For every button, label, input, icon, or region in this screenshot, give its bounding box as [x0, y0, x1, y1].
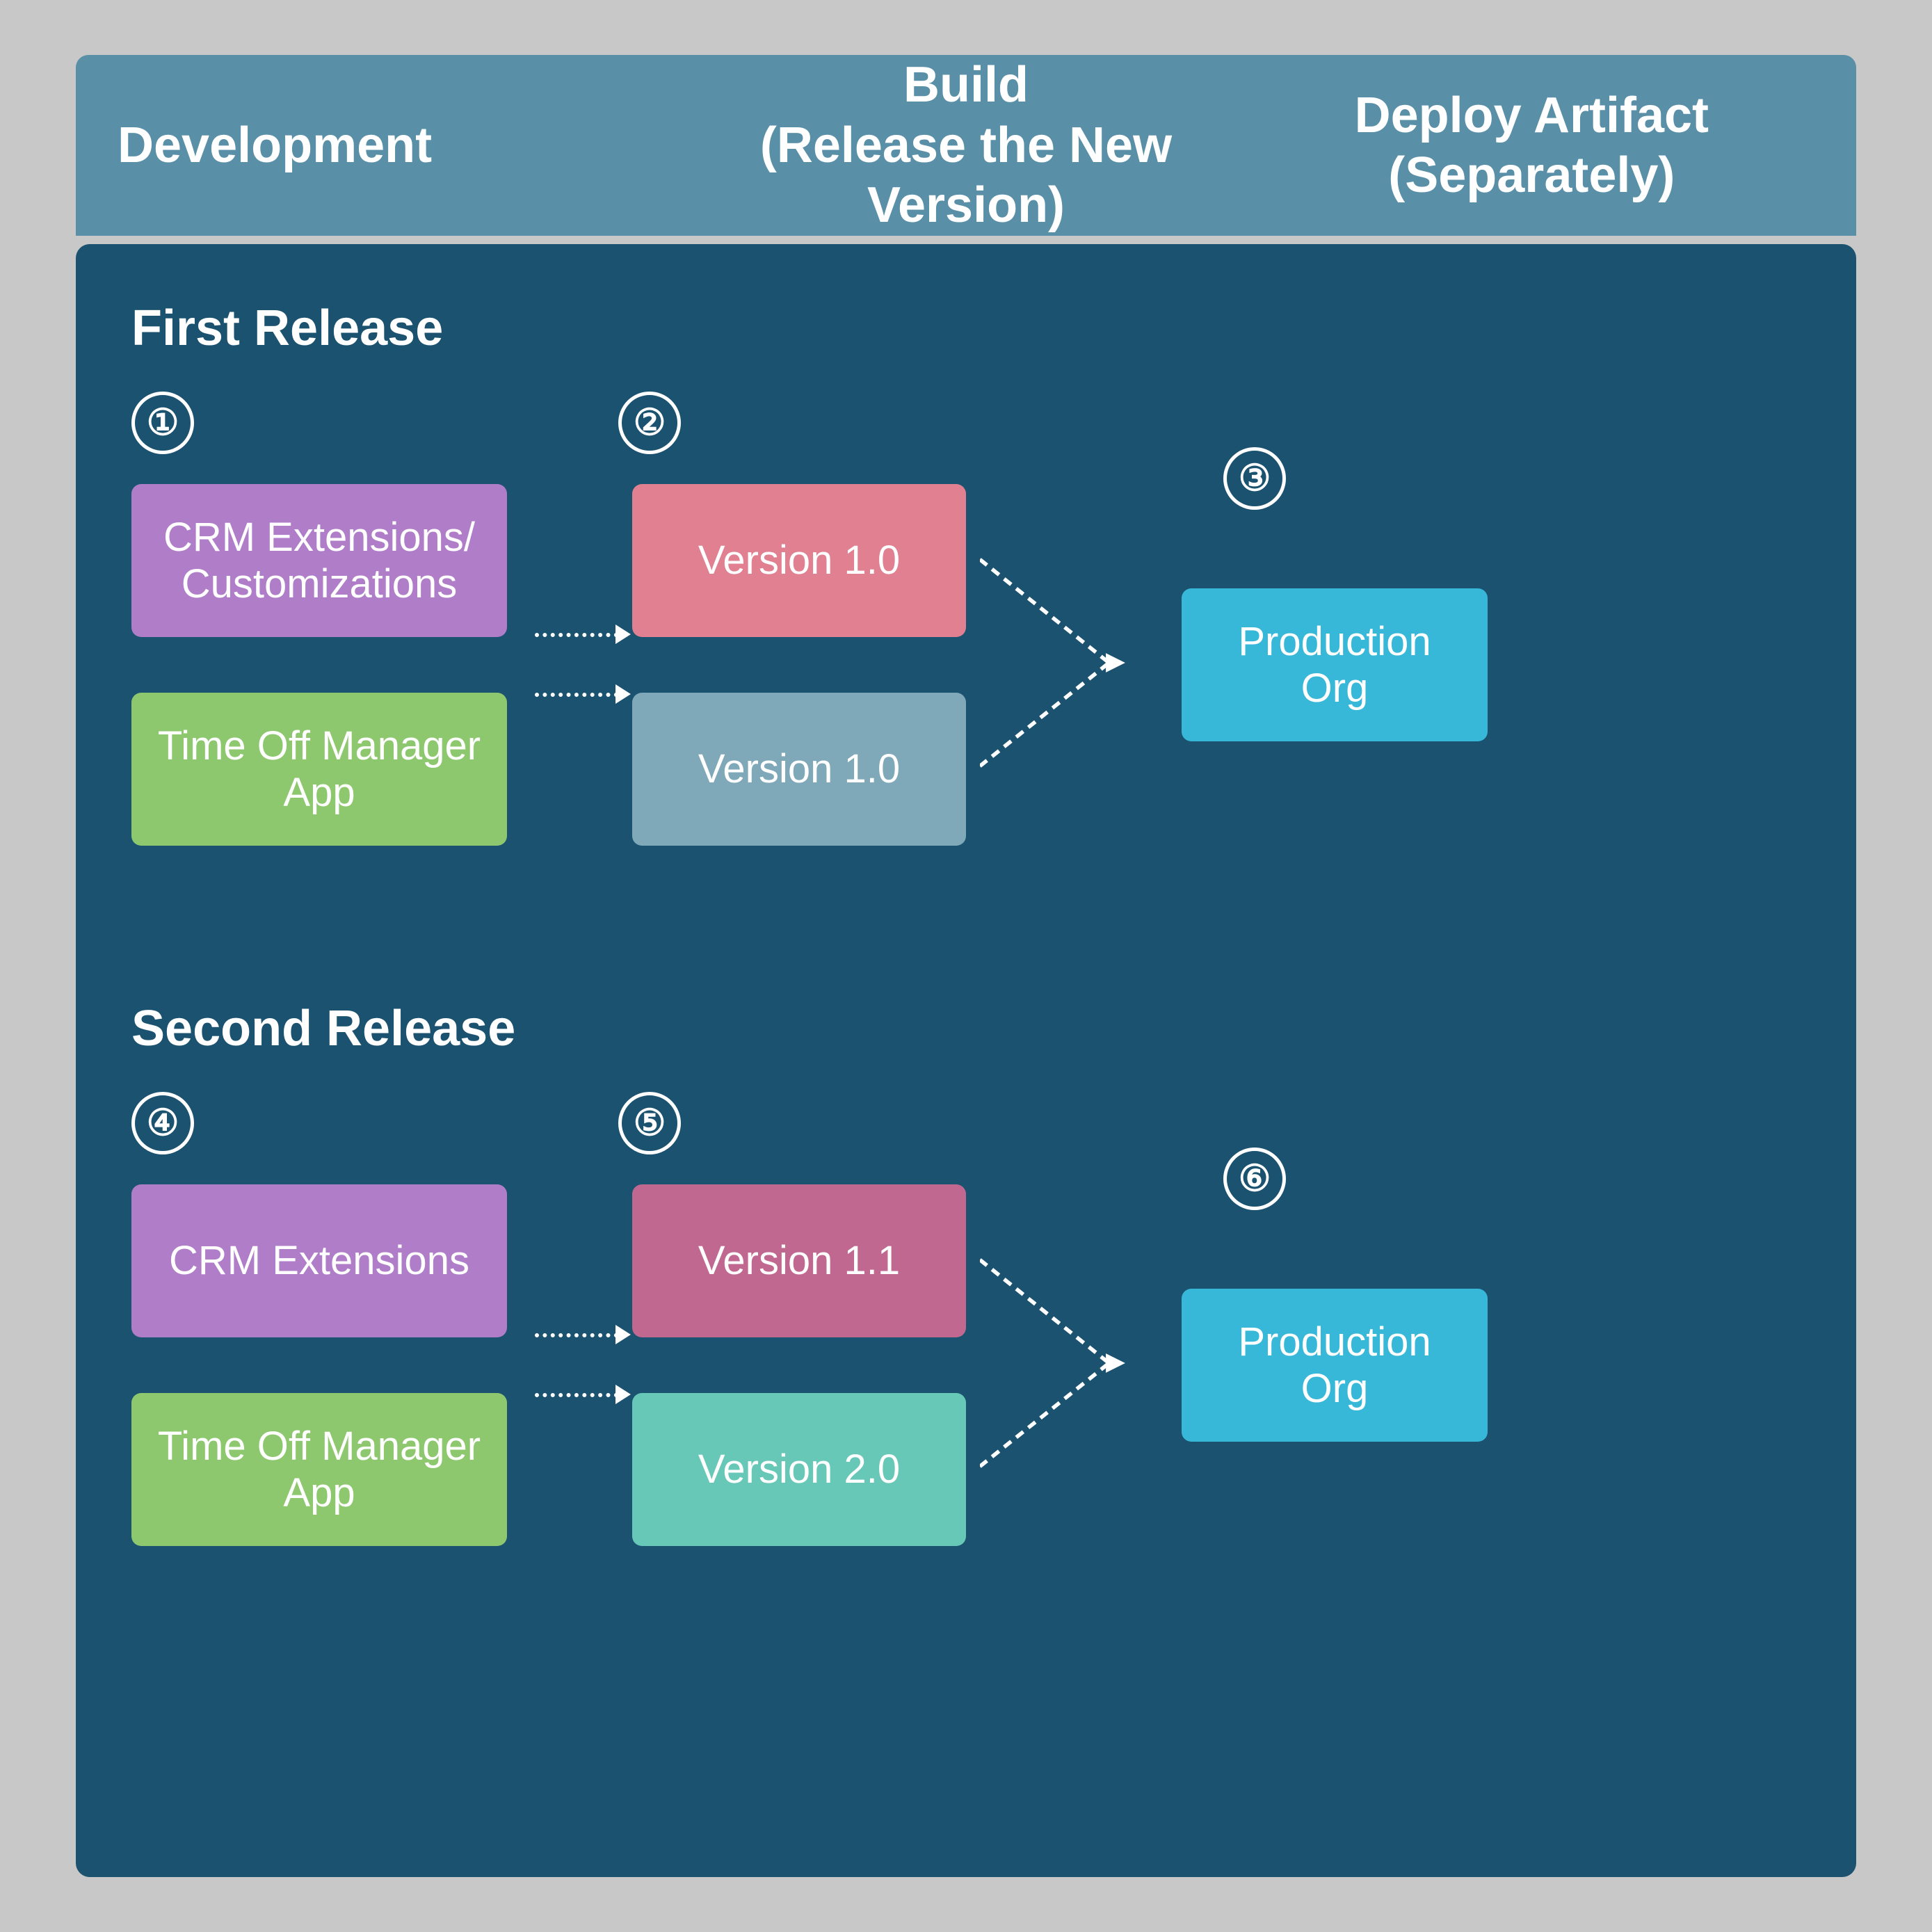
second-version-20: Version 2.0 [632, 1393, 966, 1546]
first-release-inner: CRM Extensions/ Customizations Time Off … [131, 440, 1801, 854]
second-dev-stack: CRM Extensions Time Off Manager App [131, 1184, 521, 1546]
first-converge-col [980, 475, 1175, 854]
header-build: Build (Release the New Version) [683, 55, 1248, 235]
first-dev-stack: CRM Extensions/ Customizations Time Off … [131, 484, 521, 846]
main-area: First Release ① ② ③ CRM Extensions/ Cust… [76, 244, 1856, 1877]
second-deploy-col: Production Org [1175, 1289, 1495, 1442]
dotted-arrow-2 [535, 693, 618, 697]
second-timeoff-box: Time Off Manager App [131, 1393, 507, 1546]
first-release-title: First Release [131, 300, 1801, 357]
step-badge-5: ⑤ [618, 1092, 681, 1154]
first-release-content: ① ② ③ CRM Extensions/ Customizations Tim… [131, 392, 1801, 854]
second-production-org: Production Org [1182, 1289, 1488, 1442]
step-badge-1: ① [131, 392, 194, 454]
dotted-arrow-3 [535, 1333, 618, 1337]
converge-svg-2 [980, 1175, 1161, 1551]
header-row: Development Build (Release the New Versi… [76, 55, 1856, 236]
second-arrow-col-1 [521, 1333, 632, 1397]
second-release-content: ④ ⑤ ⑥ CRM Extensions Time Off Manager Ap… [131, 1092, 1801, 1554]
arrow-1-top [535, 633, 618, 637]
step-badge-2: ② [618, 392, 681, 454]
second-build-stack: Version 1.1 Version 2.0 [632, 1184, 980, 1546]
dotted-arrow-1 [535, 633, 618, 637]
step-badge-6: ⑥ [1223, 1148, 1286, 1210]
dotted-arrow-4 [535, 1393, 618, 1397]
second-version-11: Version 1.1 [632, 1184, 966, 1337]
converge-svg-1 [980, 475, 1161, 851]
header-deploy: Deploy Artifact (Separately) [1249, 86, 1814, 206]
first-production-org: Production Org [1182, 588, 1488, 741]
second-converge-col [980, 1175, 1175, 1554]
arrow-2-bottom [535, 1393, 618, 1397]
first-build-stack: Version 1.0 Version 1.0 [632, 484, 980, 846]
first-deploy-col: Production Org [1175, 588, 1495, 741]
first-version-10-top: Version 1.0 [632, 484, 966, 637]
first-arrow-col-1 [521, 633, 632, 697]
first-timeoff-box: Time Off Manager App [131, 693, 507, 846]
arrow-1-bottom [535, 693, 618, 697]
first-release-section: First Release ① ② ③ CRM Extensions/ Cust… [131, 300, 1801, 854]
second-release-inner: CRM Extensions Time Off Manager App [131, 1141, 1801, 1554]
second-crm-box: CRM Extensions [131, 1184, 507, 1337]
first-crm-box: CRM Extensions/ Customizations [131, 484, 507, 637]
step-badge-4: ④ [131, 1092, 194, 1154]
header-development: Development [118, 115, 683, 175]
arrow-2-top [535, 1333, 618, 1337]
first-version-10-bottom: Version 1.0 [632, 693, 966, 846]
second-release-title: Second Release [131, 1000, 1801, 1057]
step-badge-3: ③ [1223, 447, 1286, 510]
second-release-section: Second Release ④ ⑤ ⑥ CRM Extensions Time… [131, 1000, 1801, 1554]
